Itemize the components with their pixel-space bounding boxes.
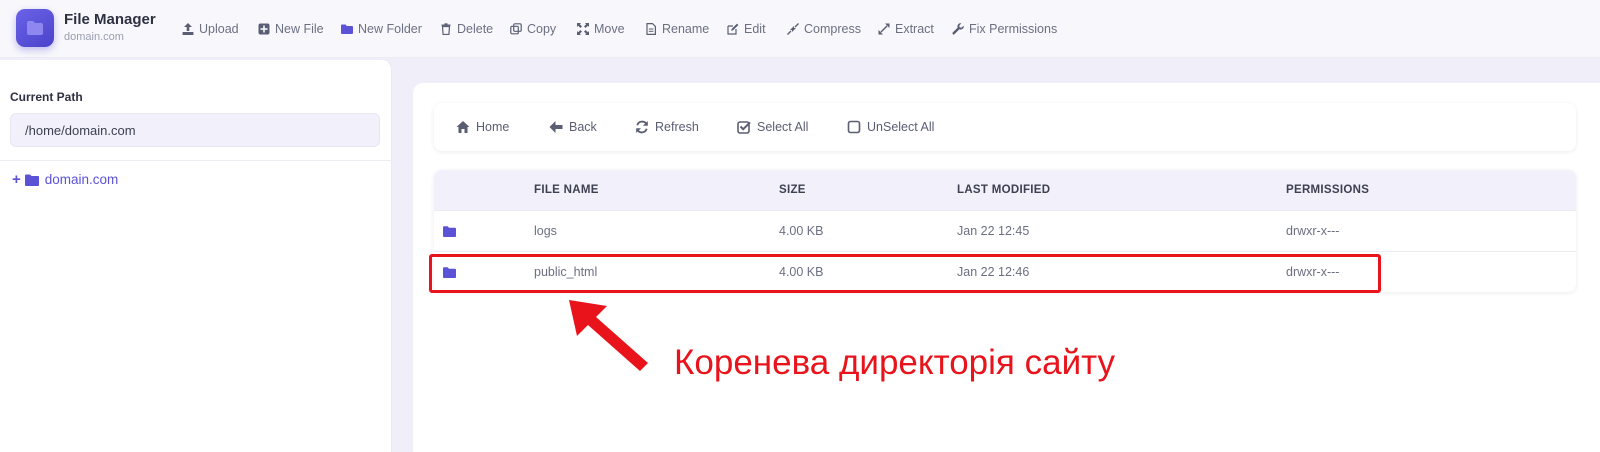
app-title: File Manager [64, 11, 156, 28]
compress-button[interactable]: Compress [787, 20, 861, 38]
select-all-label: Select All [757, 120, 809, 134]
empty-box-icon [847, 120, 861, 134]
back-button[interactable]: Back [549, 120, 597, 134]
extract-icon [878, 23, 890, 35]
table-header: FILE NAME SIZE LAST MODIFIED PERMISSIONS [434, 170, 1576, 210]
file-size: 4.00 KB [779, 265, 824, 279]
edit-button[interactable]: Edit [727, 20, 766, 38]
extract-button[interactable]: Extract [878, 20, 934, 38]
navigation-bar: Home Back Refresh Select All UnSelect Al… [434, 103, 1576, 151]
new-file-icon [258, 23, 270, 35]
folder-logo-icon [27, 21, 43, 35]
home-icon [456, 121, 470, 133]
upload-button[interactable]: Upload [182, 20, 239, 38]
sidebar: Current Path + domain.com [0, 60, 392, 452]
new-folder-icon [341, 24, 353, 34]
delete-label: Delete [457, 22, 494, 36]
move-label: Move [594, 22, 625, 36]
trash-icon [441, 23, 451, 35]
annotation-caption: Коренева директорія сайту [674, 343, 1116, 382]
folder-icon [443, 267, 456, 278]
unselect-all-button[interactable]: UnSelect All [847, 120, 934, 134]
home-button[interactable]: Home [456, 120, 509, 134]
extract-label: Extract [895, 22, 934, 36]
compress-label: Compress [804, 22, 861, 36]
file-table: FILE NAME SIZE LAST MODIFIED PERMISSIONS… [434, 170, 1576, 292]
file-modified: Jan 22 12:46 [957, 265, 1030, 279]
rename-icon [646, 23, 656, 35]
edit-icon [727, 23, 739, 35]
column-permissions[interactable]: PERMISSIONS [1286, 184, 1369, 196]
select-all-button[interactable]: Select All [737, 120, 808, 134]
file-permissions: drwxr-x--- [1286, 224, 1340, 238]
annotation-arrow-icon [569, 300, 648, 371]
tree-item-label: domain.com [44, 172, 119, 187]
new-file-button[interactable]: New File [258, 20, 324, 38]
refresh-label: Refresh [655, 120, 699, 134]
home-label: Home [476, 120, 510, 134]
upload-icon [182, 23, 194, 35]
back-label: Back [569, 120, 597, 134]
app-logo [16, 9, 54, 47]
copy-icon [510, 23, 522, 35]
file-name: logs [534, 224, 557, 238]
unselect-all-label: UnSelect All [867, 120, 935, 134]
table-row[interactable]: logs 4.00 KB Jan 22 12:45 drwxr-x--- [434, 210, 1576, 251]
sidebar-divider [0, 160, 392, 161]
fix-permissions-label: Fix Permissions [969, 22, 1058, 36]
upload-label: Upload [199, 22, 239, 36]
column-size[interactable]: SIZE [779, 184, 806, 196]
table-row[interactable]: public_html 4.00 KB Jan 22 12:46 drwxr-x… [434, 251, 1576, 292]
move-button[interactable]: Move [577, 20, 625, 38]
folder-icon [24, 174, 39, 186]
delete-button[interactable]: Delete [440, 20, 493, 38]
folder-icon [443, 226, 456, 237]
move-icon [577, 23, 589, 35]
new-folder-label: New Folder [358, 22, 422, 36]
top-toolbar: File Manager domain.com Upload New File … [0, 0, 1600, 58]
wrench-icon [952, 23, 964, 35]
copy-button[interactable]: Copy [510, 20, 556, 38]
edit-label: Edit [744, 22, 766, 36]
tree-item-domain[interactable]: + domain.com [12, 172, 118, 187]
file-modified: Jan 22 12:45 [957, 224, 1030, 238]
refresh-button[interactable]: Refresh [635, 120, 699, 134]
refresh-icon [636, 120, 648, 134]
rename-button[interactable]: Rename [645, 20, 709, 38]
compress-icon [787, 23, 799, 35]
copy-label: Copy [527, 22, 557, 36]
app-subtitle: domain.com [64, 31, 124, 43]
new-folder-button[interactable]: New Folder [341, 20, 422, 38]
rename-label: Rename [662, 22, 710, 36]
expand-plus-icon[interactable]: + [12, 172, 21, 187]
file-permissions: drwxr-x--- [1286, 265, 1340, 279]
back-arrow-icon [549, 121, 563, 133]
new-file-label: New File [275, 22, 324, 36]
current-path-input[interactable] [10, 113, 380, 147]
fix-permissions-button[interactable]: Fix Permissions [952, 20, 1057, 38]
column-last-modified[interactable]: LAST MODIFIED [957, 184, 1050, 196]
current-path-label: Current Path [10, 90, 83, 104]
column-file-name[interactable]: FILE NAME [534, 184, 599, 196]
file-name: public_html [534, 265, 598, 279]
file-size: 4.00 KB [779, 224, 824, 238]
checked-box-icon [737, 121, 751, 134]
